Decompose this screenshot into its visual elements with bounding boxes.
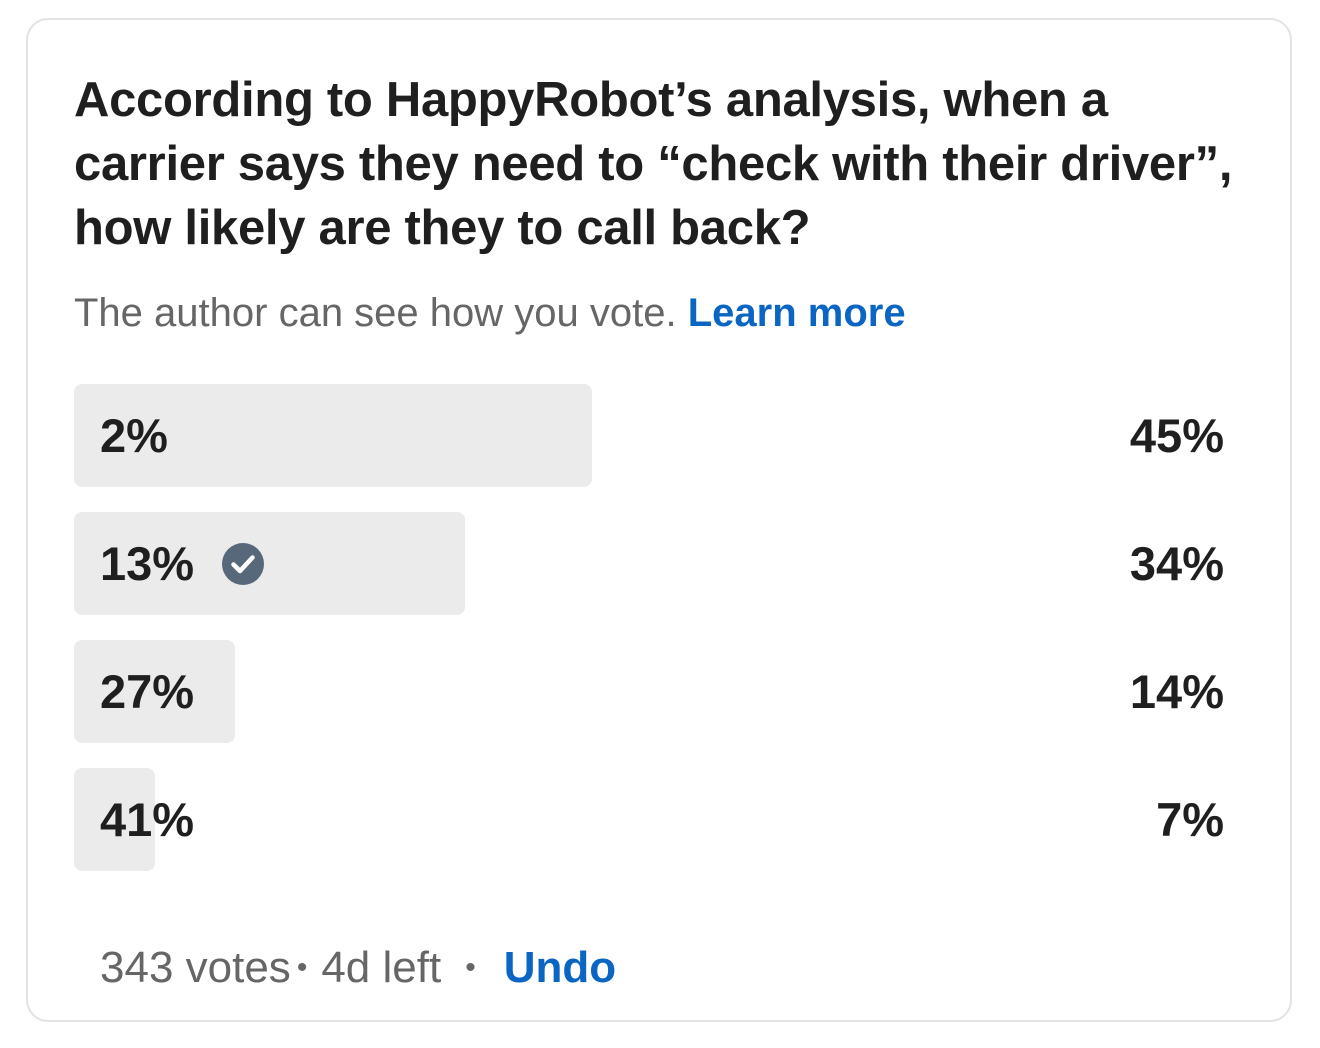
option-result-percent: 14%: [1129, 665, 1224, 718]
vote-count: 343 votes: [100, 943, 291, 992]
option-label: 27%: [100, 640, 194, 743]
option-label-text: 13%: [100, 537, 195, 590]
learn-more-link[interactable]: Learn more: [688, 291, 906, 335]
option-result-percent: 34%: [1129, 537, 1224, 590]
option-label: 2%: [100, 384, 168, 487]
poll-card: According to HappyRobot’s analysis, when…: [26, 18, 1292, 1022]
check-circle-icon: [222, 542, 265, 585]
vote-visibility-notice: The author can see how you vote. Learn m…: [74, 288, 906, 338]
undo-vote-button[interactable]: Undo: [504, 940, 616, 996]
poll-option-4[interactable]: 41% 7%: [74, 768, 1224, 871]
poll-option-3[interactable]: 27% 14%: [74, 640, 1224, 743]
option-label-text: 27%: [100, 665, 195, 718]
option-label-text: 41%: [100, 793, 195, 846]
poll-question: According to HappyRobot’s analysis, when…: [74, 73, 1233, 255]
separator-dot: •: [296, 951, 308, 984]
time-left: 4d left: [321, 943, 442, 992]
option-label-text: 2%: [100, 409, 168, 462]
option-result-percent: 7%: [1156, 793, 1224, 846]
poll-option-2[interactable]: 13% 34%: [74, 512, 1224, 615]
poll-footer: 343 votes • 4d left • Undo: [100, 940, 616, 996]
option-result-percent: 45%: [1129, 409, 1224, 462]
separator-dot: •: [465, 951, 476, 984]
poll-options: 2% 45% 13% 34% 27% 14% 41% 7%: [74, 384, 1224, 896]
option-label: 41%: [100, 768, 194, 871]
notice-text: The author can see how you vote.: [74, 291, 677, 335]
option-label: 13%: [100, 512, 265, 615]
poll-option-1[interactable]: 2% 45%: [74, 384, 1224, 487]
